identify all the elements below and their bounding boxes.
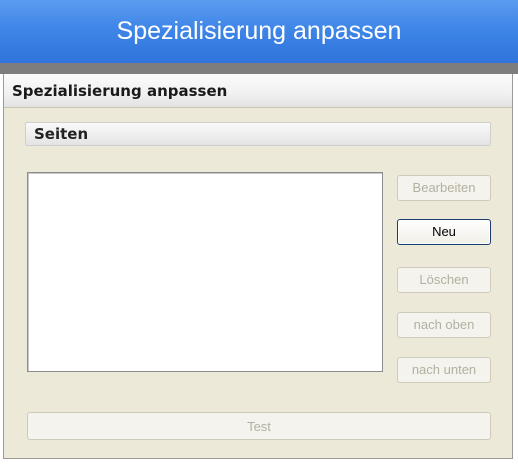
pages-listbox[interactable] [27, 172, 383, 372]
new-button[interactable]: Neu [397, 219, 491, 245]
delete-button[interactable]: Löschen [397, 267, 491, 293]
pages-group-header: Seiten [25, 122, 491, 146]
move-down-button[interactable]: nach unten [397, 357, 491, 383]
edit-button[interactable]: Bearbeiten [397, 175, 491, 201]
test-button[interactable]: Test [27, 412, 491, 440]
dialog-title: Spezialisierung anpassen [4, 74, 512, 108]
customize-specialization-dialog: Spezialisierung anpassen Seiten Bearbeit… [3, 74, 513, 459]
banner-title: Spezialisierung anpassen [0, 0, 518, 63]
move-up-button[interactable]: nach oben [397, 312, 491, 338]
banner-separator [0, 63, 518, 74]
